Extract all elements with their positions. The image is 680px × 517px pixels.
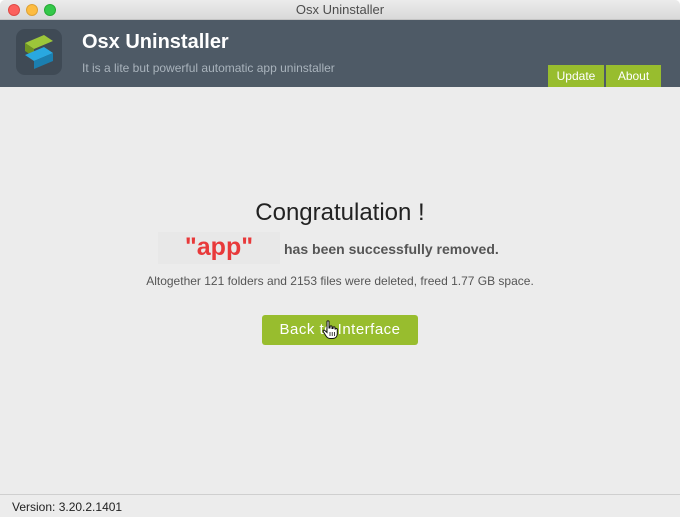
about-tab[interactable]: About: [606, 65, 661, 87]
removed-message-line: "app" has been successfully removed.: [0, 232, 680, 264]
window-title: Osx Uninstaller: [295, 2, 385, 17]
app-window: Osx Uninstaller Osx Uninstaller It is a …: [0, 0, 680, 517]
app-name: Osx Uninstaller: [82, 31, 229, 53]
removed-app-name: "app": [158, 232, 280, 264]
osx-uninstaller-logo-icon: [16, 29, 62, 75]
title-bar[interactable]: Osx Uninstaller: [0, 0, 680, 20]
status-bar: Version: 3.20.2.1401: [0, 494, 680, 517]
deletion-summary: Altogether 121 folders and 2153 files we…: [146, 274, 534, 288]
back-to-interface-button[interactable]: Back to Interface: [262, 315, 418, 345]
version-label: Version: 3.20.2.1401: [12, 500, 123, 514]
update-tab[interactable]: Update: [548, 65, 604, 87]
congratulation-heading: Congratulation !: [255, 199, 425, 226]
app-header: Osx Uninstaller It is a lite but powerfu…: [0, 20, 680, 87]
hand-cursor-icon: [322, 320, 338, 339]
app-tagline: It is a lite but powerful automatic app …: [82, 61, 335, 75]
removed-message: has been successfully removed.: [284, 241, 499, 257]
